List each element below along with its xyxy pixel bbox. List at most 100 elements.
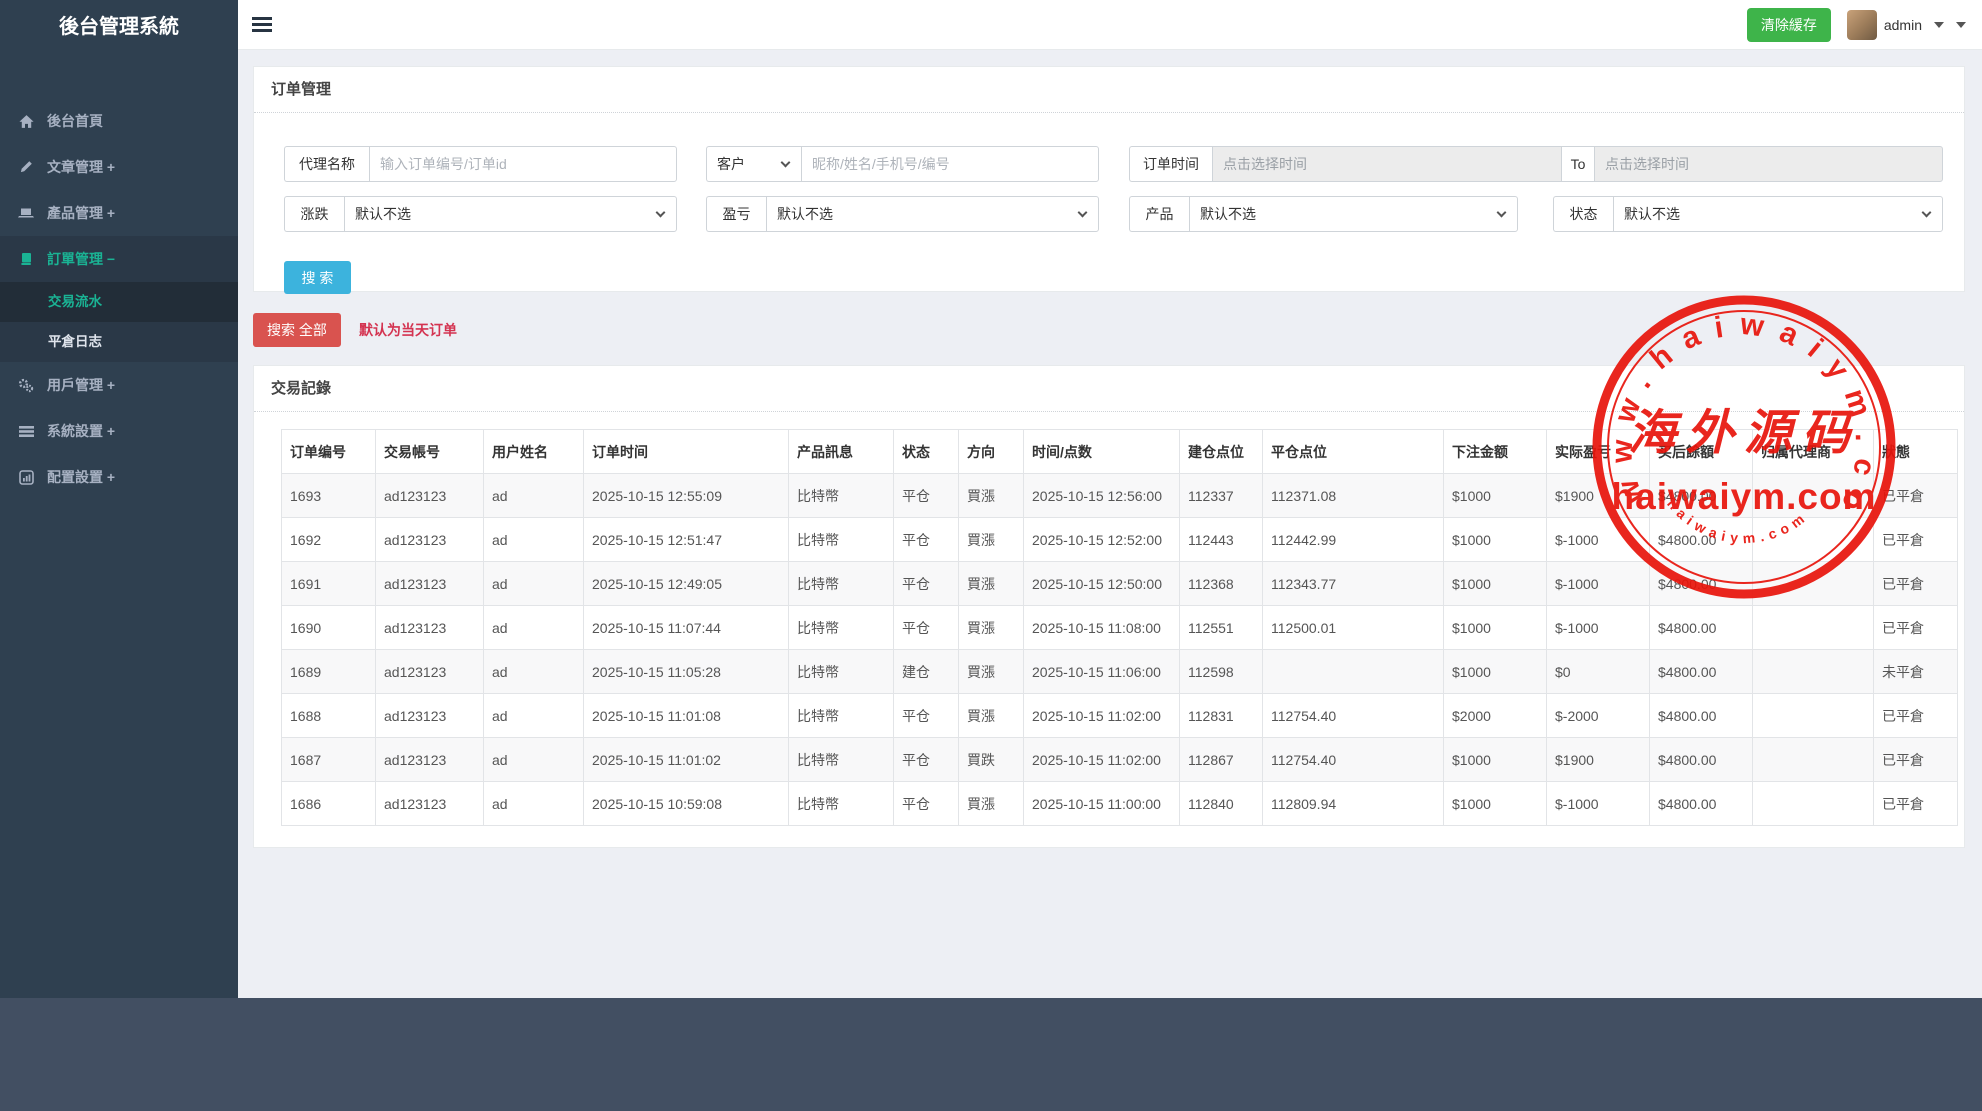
sidebar-item-label: 文章管理 + bbox=[47, 159, 116, 175]
sidebar: 後台管理系統 後台首頁文章管理 + 產品管理 + 訂單管理 − 交易流水 平倉日志 用戶管… bbox=[0, 0, 238, 998]
cell-user: ad bbox=[483, 649, 584, 694]
sidebar-item-products[interactable]: 產品管理 + bbox=[0, 190, 238, 236]
product-select-value: 默认不选 bbox=[1200, 206, 1256, 222]
page: 後台管理系統 後台首頁文章管理 + 產品管理 + 訂單管理 − 交易流水 平倉日志 用戶管… bbox=[0, 0, 1982, 1111]
cell-account: ad123123 bbox=[375, 781, 484, 826]
cell-product: 比特幣 bbox=[788, 473, 894, 518]
cell-open_point: 112831 bbox=[1179, 693, 1263, 738]
sidebar-subitem-transactions[interactable]: 交易流水 bbox=[0, 282, 238, 322]
cell-agent bbox=[1752, 649, 1874, 694]
cell-balance: $4800.00 bbox=[1649, 693, 1753, 738]
cell-status: 已平倉 bbox=[1873, 781, 1958, 826]
profit-loss-select-value: 默认不选 bbox=[777, 206, 833, 222]
column-header-balance: 买后餘額 bbox=[1649, 429, 1753, 474]
cell-id: 1691 bbox=[281, 561, 376, 606]
panel-title: 交易記錄 bbox=[254, 366, 1964, 412]
cell-product: 比特幣 bbox=[788, 693, 894, 738]
cell-close_point: 112754.40 bbox=[1262, 693, 1444, 738]
column-header-time_point: 时间/点数 bbox=[1023, 429, 1180, 474]
cell-close_point: 112500.01 bbox=[1262, 605, 1444, 650]
cell-product: 比特幣 bbox=[788, 781, 894, 826]
to-label: To bbox=[1561, 146, 1594, 182]
main-content: 订单管理 代理名称 客户 订单时间 bbox=[238, 50, 1982, 998]
cell-time_point: 2025-10-15 11:06:00 bbox=[1023, 649, 1180, 694]
cell-account: ad123123 bbox=[375, 605, 484, 650]
order-time-start-input[interactable] bbox=[1212, 146, 1561, 182]
app-logo: 後台管理系統 bbox=[59, 16, 179, 38]
cell-open_point: 112867 bbox=[1179, 737, 1263, 782]
sidebar-item-label: 後台首頁 bbox=[47, 113, 103, 129]
sidebar-subitem-close-log[interactable]: 平倉日志 bbox=[0, 322, 238, 362]
agent-name-label: 代理名称 bbox=[284, 146, 369, 182]
gears-icon bbox=[18, 377, 34, 393]
cell-user: ad bbox=[483, 605, 584, 650]
cell-bet: $1000 bbox=[1443, 605, 1547, 650]
cell-order_time: 2025-10-15 11:01:02 bbox=[583, 737, 789, 782]
sidebar-item-label: 系統設置 + bbox=[47, 423, 116, 439]
sidebar-item-articles[interactable]: 文章管理 + bbox=[0, 144, 238, 190]
status-select-value: 默认不选 bbox=[1624, 206, 1680, 222]
cell-close_point bbox=[1262, 649, 1444, 694]
cell-bet: $1000 bbox=[1443, 737, 1547, 782]
column-header-agent: 归属代理商 bbox=[1752, 429, 1874, 474]
caret-down-icon[interactable] bbox=[1934, 22, 1944, 28]
cell-balance: $4800.00 bbox=[1649, 517, 1753, 562]
cell-status: 已平倉 bbox=[1873, 517, 1958, 562]
cell-time_point: 2025-10-15 11:00:00 bbox=[1023, 781, 1180, 826]
customer-select[interactable]: 客户 bbox=[706, 146, 801, 182]
cell-order_time: 2025-10-15 11:07:44 bbox=[583, 605, 789, 650]
customer-input[interactable] bbox=[801, 146, 1099, 182]
cell-order_time: 2025-10-15 10:59:08 bbox=[583, 781, 789, 826]
sidebar-item-users[interactable]: 用戶管理 + bbox=[0, 362, 238, 408]
filter-row-1: 代理名称 客户 订单时间 To bbox=[284, 146, 1964, 182]
cell-profit: $-2000 bbox=[1546, 693, 1650, 738]
cell-time_point: 2025-10-15 11:02:00 bbox=[1023, 737, 1180, 782]
order-time-end-input[interactable] bbox=[1594, 146, 1943, 182]
cell-status: 已平倉 bbox=[1873, 561, 1958, 606]
cell-id: 1693 bbox=[281, 473, 376, 518]
laptop-icon bbox=[18, 205, 34, 221]
cell-open_point: 112337 bbox=[1179, 473, 1263, 518]
search-all-button[interactable]: 搜索 全部 bbox=[253, 313, 341, 347]
agent-name-input[interactable] bbox=[369, 146, 677, 182]
cell-profit: $1900 bbox=[1546, 473, 1650, 518]
sidebar-item-orders[interactable]: 訂單管理 − bbox=[0, 236, 238, 282]
column-header-status: 狀態 bbox=[1873, 429, 1958, 474]
hamburger-menu-icon[interactable] bbox=[252, 17, 272, 33]
caret-down-icon[interactable] bbox=[1956, 22, 1966, 28]
status-label: 状态 bbox=[1553, 196, 1613, 232]
updown-select-value: 默认不选 bbox=[355, 206, 411, 222]
cell-product: 比特幣 bbox=[788, 561, 894, 606]
clear-cache-button[interactable]: 清除緩存 bbox=[1746, 8, 1831, 42]
sidebar-item-home[interactable]: 後台首頁 bbox=[0, 98, 238, 144]
cell-bet: $1000 bbox=[1443, 561, 1547, 606]
chevron-down-icon bbox=[1921, 207, 1932, 218]
search-button[interactable]: 搜 索 bbox=[284, 261, 351, 294]
table-row: 1686 ad123123 ad 2025-10-15 10:59:08 比特幣 平仓 買漲… bbox=[281, 781, 1958, 826]
cell-product: 比特幣 bbox=[788, 517, 894, 562]
profit-loss-select[interactable]: 默认不选 bbox=[766, 196, 1099, 232]
cell-user: ad bbox=[483, 693, 584, 738]
cell-status: 已平倉 bbox=[1873, 473, 1958, 518]
updown-select[interactable]: 默认不选 bbox=[344, 196, 677, 232]
cell-bet: $1000 bbox=[1443, 649, 1547, 694]
cell-account: ad123123 bbox=[375, 693, 484, 738]
cell-direction: 買跌 bbox=[958, 737, 1024, 782]
chart-icon bbox=[18, 469, 34, 485]
cell-status: 已平倉 bbox=[1873, 737, 1958, 782]
cell-status: 已平倉 bbox=[1873, 605, 1958, 650]
updown-label: 涨跌 bbox=[284, 196, 344, 232]
sidebar-item-system[interactable]: 系統設置 + bbox=[0, 408, 238, 454]
cell-close_point: 112371.08 bbox=[1262, 473, 1444, 518]
column-header-id: 订单编号 bbox=[281, 429, 376, 474]
filter-row-2: 涨跌 默认不选 盈亏 默认不选 产品 默认不选 状态 默认不选 bbox=[284, 196, 1964, 232]
username[interactable]: admin bbox=[1884, 17, 1922, 33]
status-select[interactable]: 默认不选 bbox=[1613, 196, 1943, 232]
cell-time_point: 2025-10-15 12:56:00 bbox=[1023, 473, 1180, 518]
avatar[interactable] bbox=[1846, 10, 1877, 40]
cell-open_point: 112443 bbox=[1179, 517, 1263, 562]
product-select[interactable]: 默认不选 bbox=[1189, 196, 1518, 232]
sidebar-item-config[interactable]: 配置設置 + bbox=[0, 454, 238, 500]
cell-product: 比特幣 bbox=[788, 737, 894, 782]
cell-order_time: 2025-10-15 11:05:28 bbox=[583, 649, 789, 694]
